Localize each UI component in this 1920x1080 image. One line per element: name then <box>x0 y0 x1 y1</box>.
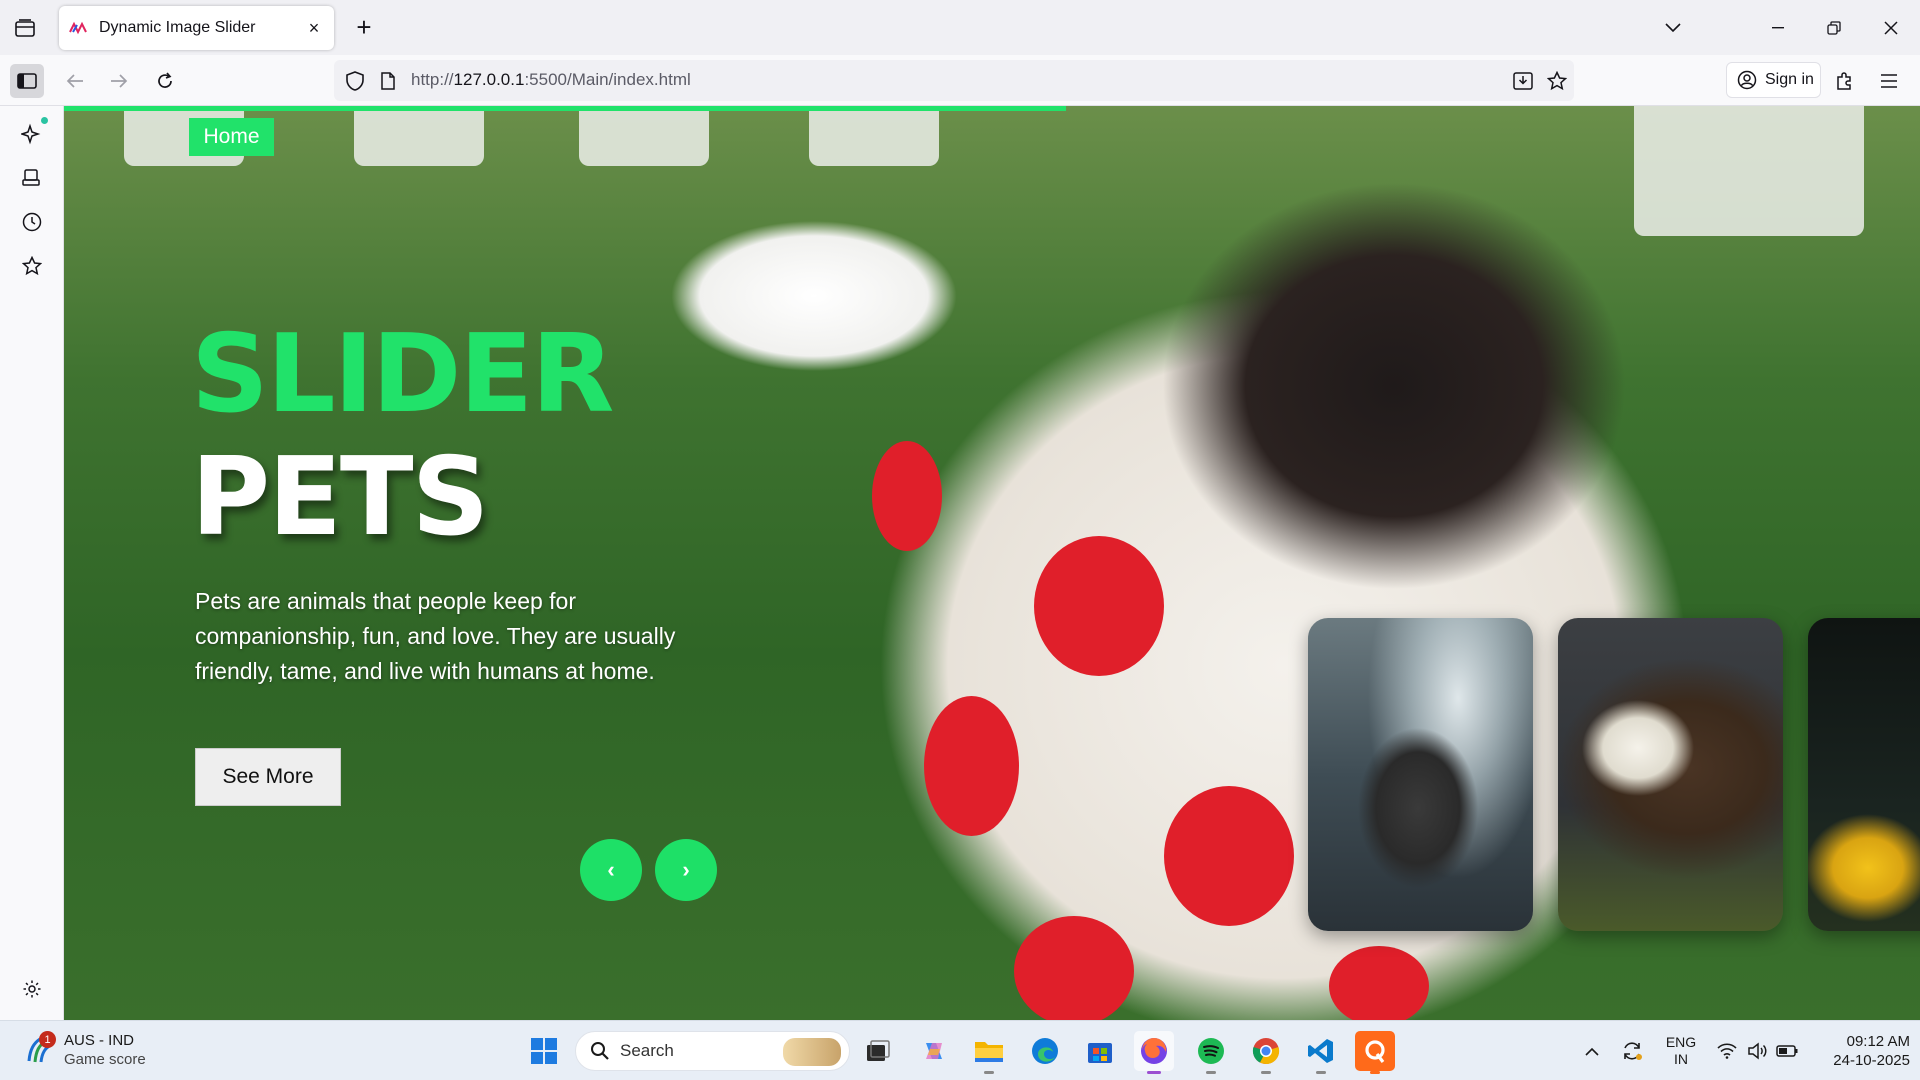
tab-dynamic-image-slider[interactable]: Dynamic Image Slider × <box>59 6 334 50</box>
date: 24-10-2025 <box>1833 1052 1910 1069</box>
sidebar-toggle-icon[interactable] <box>10 64 44 98</box>
account-icon <box>1737 70 1757 90</box>
url-text[interactable]: http://127.0.0.1:5500/Main/index.html <box>411 70 691 90</box>
chrome-icon[interactable] <box>1246 1031 1286 1074</box>
new-tab-button[interactable]: + <box>350 14 378 42</box>
restore-icon[interactable] <box>1811 10 1857 46</box>
home-link[interactable]: Home <box>189 118 274 156</box>
running-indicator <box>984 1071 994 1074</box>
thumbnail-eagle[interactable] <box>1558 618 1783 931</box>
taskbar-search[interactable]: Search <box>575 1031 850 1071</box>
tab-title: Dynamic Image Slider <box>99 19 256 36</box>
copilot-icon[interactable] <box>914 1031 954 1071</box>
windows-taskbar: 1 AUS - IND Game score Search ENG IN 09:… <box>0 1020 1920 1080</box>
battery-icon[interactable] <box>1774 1031 1800 1071</box>
firefox-view-icon[interactable] <box>10 14 40 42</box>
spotify-icon[interactable] <box>1191 1031 1231 1074</box>
show-hidden-icons-chevron-icon[interactable] <box>1580 1031 1604 1071</box>
thumbnail-dragonfly-flowers[interactable] <box>1808 618 1920 931</box>
page-viewport: Home SLIDER PETS Pets are animals that p… <box>64 106 1920 1020</box>
cup-polka-dot <box>872 441 942 551</box>
language-code: ENG <box>1665 1034 1697 1050</box>
fence-post <box>1634 106 1864 236</box>
see-more-button[interactable]: See More <box>195 748 341 806</box>
next-slide-button[interactable]: › <box>655 839 717 901</box>
active-indicator <box>1147 1071 1161 1074</box>
save-page-icon[interactable] <box>1510 68 1536 94</box>
time: 09:12 AM <box>1846 1033 1910 1050</box>
widget-subtitle: Game score <box>64 1051 146 1068</box>
close-tab-icon[interactable]: × <box>304 18 324 38</box>
cricket-icon: 1 <box>24 1031 56 1065</box>
fence-post <box>354 106 484 166</box>
q-app-icon[interactable] <box>1355 1031 1395 1074</box>
url-path: :5500/Main/index.html <box>524 70 691 89</box>
hero-title: SLIDER <box>191 312 614 437</box>
vscode-icon[interactable] <box>1301 1031 1341 1074</box>
page-info-icon[interactable] <box>376 68 400 94</box>
language-region: IN <box>1674 1051 1688 1067</box>
windows-start-icon[interactable] <box>524 1031 564 1071</box>
browser-sidebar <box>0 106 64 1020</box>
synced-tabs-icon[interactable] <box>17 163 47 193</box>
cup-polka-dot <box>1329 946 1429 1020</box>
chevron-down-icon[interactable] <box>1660 16 1686 40</box>
running-indicator <box>1261 1071 1271 1074</box>
cup-polka-dot <box>1014 916 1134 1020</box>
minimize-icon[interactable] <box>1755 10 1801 46</box>
sign-in-button[interactable]: Sign in <box>1726 62 1821 98</box>
slide-progress-bar <box>64 106 1067 111</box>
wave-favicon-icon <box>69 21 87 35</box>
microsoft-store-icon[interactable] <box>1080 1031 1120 1071</box>
settings-gear-icon[interactable] <box>17 974 47 1004</box>
url-host: 127.0.0.1 <box>453 70 525 89</box>
close-window-icon[interactable] <box>1868 10 1914 46</box>
wifi-icon[interactable] <box>1714 1031 1740 1071</box>
running-indicator <box>1370 1071 1380 1074</box>
hero-subtitle: PETS <box>191 435 489 560</box>
input-language-indicator[interactable]: ENG IN <box>1660 1031 1702 1071</box>
hero-description: Pets are animals that people keep for co… <box>195 588 676 684</box>
history-clock-icon[interactable] <box>17 207 47 237</box>
clock[interactable]: 09:12 AM 24-10-2025 <box>1810 1031 1910 1071</box>
hamburger-menu-icon[interactable] <box>1872 64 1906 98</box>
running-indicator <box>1206 1071 1216 1074</box>
fence-post <box>809 106 939 166</box>
notification-dot <box>41 117 48 124</box>
prev-slide-button[interactable]: ‹ <box>580 839 642 901</box>
thumbnail-elephant[interactable] <box>1308 618 1533 931</box>
cricket-score-widget[interactable]: 1 AUS - IND Game score <box>24 1031 146 1069</box>
url-scheme: http:// <box>411 70 454 89</box>
tracking-shield-icon[interactable] <box>342 68 368 94</box>
forward-arrow-icon[interactable] <box>102 64 136 98</box>
task-view-icon[interactable] <box>858 1031 898 1071</box>
url-bar[interactable]: http://127.0.0.1:5500/Main/index.html <box>334 60 1574 101</box>
sync-update-icon[interactable] <box>1618 1031 1646 1071</box>
fence-post <box>579 106 709 166</box>
bookmarks-star-icon[interactable] <box>17 251 47 281</box>
edge-browser-icon[interactable] <box>1025 1031 1065 1071</box>
search-icon <box>591 1042 609 1060</box>
cup-polka-dot <box>1034 536 1164 676</box>
firefox-icon[interactable] <box>1134 1031 1174 1074</box>
cup-polka-dot <box>1164 786 1294 926</box>
search-highlight-art <box>783 1038 841 1066</box>
reload-icon[interactable] <box>148 64 182 98</box>
extensions-puzzle-icon[interactable] <box>1828 64 1862 98</box>
tab-bar: Dynamic Image Slider × + <box>0 0 1920 55</box>
bookmark-star-icon[interactable] <box>1544 68 1570 94</box>
running-indicator <box>1316 1071 1326 1074</box>
search-placeholder: Search <box>620 1041 674 1060</box>
cup-polka-dot <box>924 696 1019 836</box>
sign-in-label: Sign in <box>1765 71 1814 88</box>
volume-icon[interactable] <box>1744 1031 1770 1071</box>
file-explorer-icon[interactable] <box>969 1031 1009 1074</box>
notification-badge: 1 <box>39 1031 56 1048</box>
widget-title: AUS - IND <box>64 1032 135 1049</box>
navigation-toolbar: http://127.0.0.1:5500/Main/index.html Si… <box>0 55 1920 106</box>
back-arrow-icon[interactable] <box>58 64 92 98</box>
